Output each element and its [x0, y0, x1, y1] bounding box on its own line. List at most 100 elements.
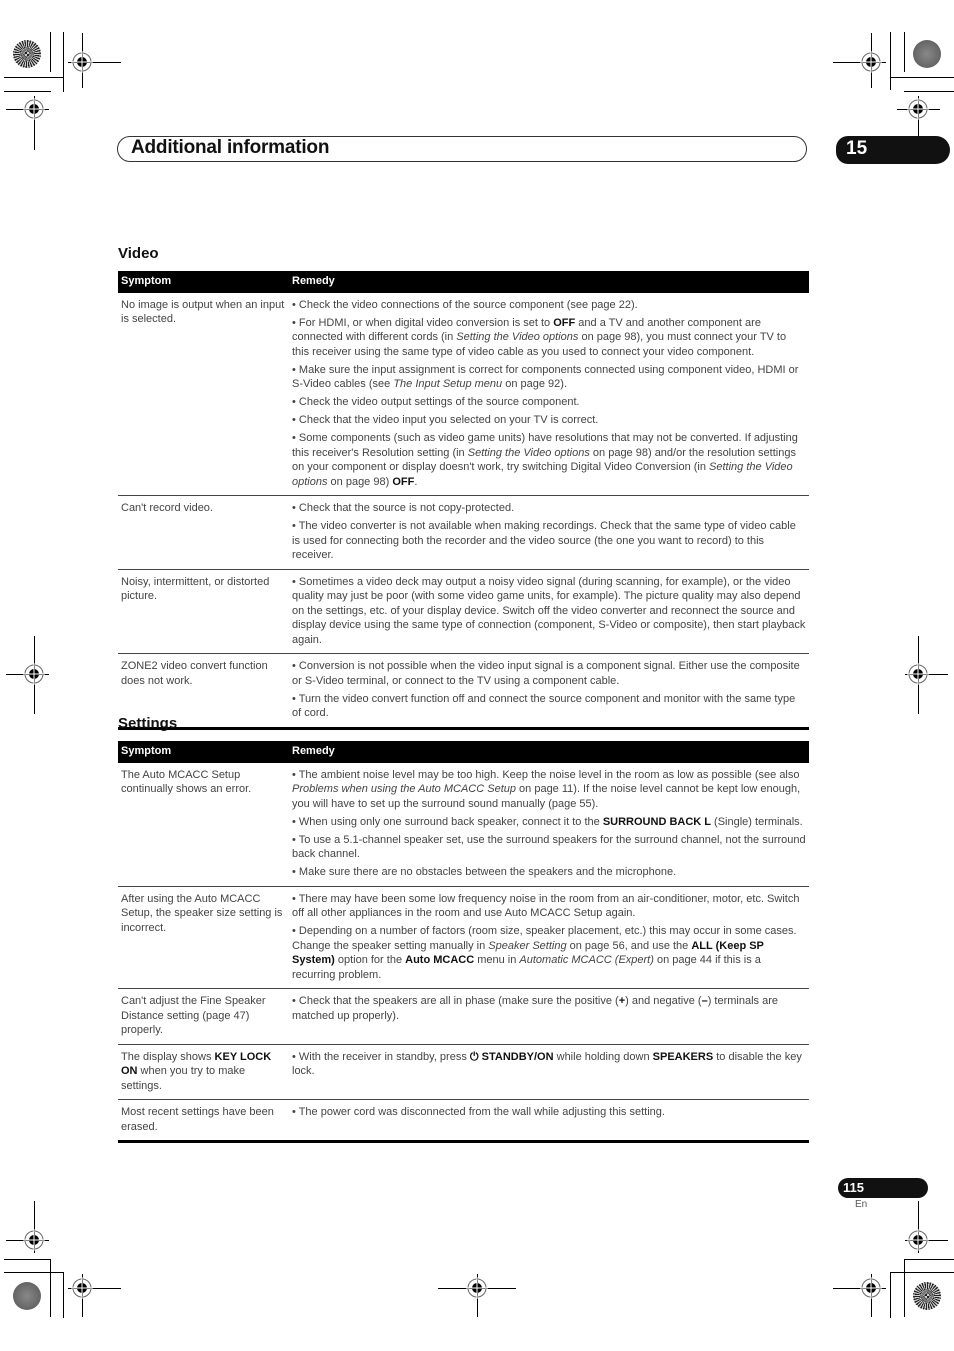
- text-run: while holding down: [553, 1050, 653, 1063]
- text-run: (Single) terminals.: [711, 815, 803, 828]
- remedy-cell: • Sometimes a video deck may output a no…: [289, 569, 809, 654]
- symptom-cell: Can't adjust the Fine Speaker Distance s…: [118, 988, 289, 1045]
- text-run: • Check the video output settings of the…: [292, 396, 580, 408]
- bold-text: OFF: [553, 316, 576, 329]
- registration-mark-icon: [907, 1229, 929, 1251]
- table-header-row: Symptom Remedy: [118, 741, 809, 763]
- text-run: • The power cord was disconnected from t…: [292, 1106, 665, 1118]
- text-run: • Make sure there are no obstacles betwe…: [292, 866, 677, 878]
- table-row: The display shows KEY LOCK ON when you t…: [118, 1044, 809, 1100]
- remedy-item: • Check the video connections of the sou…: [292, 298, 806, 313]
- italic-reference: Setting the Video options: [467, 446, 590, 459]
- chapter-title: Additional information: [131, 137, 330, 158]
- registration-mark-icon: [23, 663, 45, 685]
- text-run: • When using only one surround back spea…: [292, 815, 603, 828]
- color-target-icon: [913, 1282, 941, 1310]
- remedy-item: • Conversion is not possible when the vi…: [292, 659, 806, 688]
- symptom-cell: Most recent settings have been erased.: [118, 1099, 289, 1143]
- color-target-icon: [13, 1282, 41, 1310]
- text-run: menu in: [474, 954, 520, 966]
- column-header-remedy: Remedy: [289, 741, 809, 763]
- italic-reference: Speaker Setting: [488, 939, 567, 952]
- settings-troubleshooting-table: Symptom Remedy The Auto MCACC Setup cont…: [118, 741, 809, 1143]
- italic-reference: The Input Setup menu: [393, 378, 503, 390]
- italic-reference: Problems when using the Auto MCACC Setup: [292, 783, 516, 795]
- text-run: • Conversion is not possible when the vi…: [292, 660, 800, 687]
- remedy-cell: • Conversion is not possible when the vi…: [289, 653, 809, 730]
- symptom-cell: After using the Auto MCACC Setup, the sp…: [118, 886, 289, 989]
- text-run: on page 92).: [502, 378, 568, 390]
- text-run: when you try to make settings.: [121, 1065, 246, 1092]
- video-troubleshooting-table: Symptom Remedy No image is output when a…: [118, 271, 809, 730]
- color-target-icon: [13, 40, 41, 68]
- table-row: Can't adjust the Fine Speaker Distance s…: [118, 988, 809, 1045]
- remedy-item: • The power cord was disconnected from t…: [292, 1105, 806, 1120]
- remedy-item: • Check that the source is not copy-prot…: [292, 501, 806, 516]
- italic-reference: Setting the Video options: [456, 331, 579, 343]
- remedy-item: • For HDMI, or when digital video conver…: [292, 316, 806, 360]
- remedy-cell: • Check that the speakers are all in pha…: [289, 988, 809, 1045]
- text-run: • Check that the video input you selecte…: [292, 414, 599, 426]
- text-run: • Sometimes a video deck may output a no…: [292, 575, 806, 646]
- table-row: No image is output when an input is sele…: [118, 292, 809, 496]
- text-run: ) and negative (: [625, 995, 702, 1007]
- text-run: • The video converter is not available w…: [292, 520, 796, 561]
- table-row: The Auto MCACC Setup continually shows a…: [118, 762, 809, 887]
- text-run: • For HDMI, or when digital video conver…: [292, 316, 554, 329]
- remedy-cell: • The ambient noise level may be too hig…: [289, 762, 809, 887]
- symptom-cell: No image is output when an input is sele…: [118, 292, 289, 496]
- bold-text: ⏻ STANDBY/ON: [469, 1050, 554, 1063]
- text-run: • Turn the video convert function off an…: [292, 692, 796, 720]
- text-run: option for the: [334, 954, 406, 966]
- symptom-cell: The Auto MCACC Setup continually shows a…: [118, 762, 289, 887]
- bold-text: SPEAKERS: [652, 1050, 714, 1063]
- remedy-item: • When using only one surround back spea…: [292, 815, 806, 830]
- registration-mark-icon: [466, 1277, 488, 1299]
- language-label: En: [855, 1199, 868, 1210]
- remedy-item: • With the receiver in standby, press ⏻ …: [292, 1050, 806, 1079]
- symptom-cell: Noisy, intermittent, or distorted pictur…: [118, 569, 289, 654]
- chapter-number: 15: [846, 138, 868, 159]
- text-run: • With the receiver in standby, press: [292, 1050, 470, 1063]
- registration-mark-icon: [860, 1277, 882, 1299]
- remedy-item: • There may have been some low frequency…: [292, 892, 806, 921]
- section-title-settings: Settings: [118, 715, 178, 732]
- section-title-video: Video: [118, 245, 159, 262]
- column-header-symptom: Symptom: [118, 741, 289, 763]
- page-number: 115: [843, 1180, 864, 1195]
- registration-mark-icon: [23, 98, 45, 120]
- table-header-row: Symptom Remedy: [118, 271, 809, 293]
- symptom-cell: The display shows KEY LOCK ON when you t…: [118, 1044, 289, 1100]
- text-run: .: [414, 475, 418, 488]
- table-row: Can't record video. • Check that the sour…: [118, 495, 809, 570]
- remedy-item: • Check that the speakers are all in pha…: [292, 994, 806, 1023]
- bold-text: OFF: [392, 475, 415, 488]
- registration-mark-icon: [907, 663, 929, 685]
- text-run: • Check that the source is not copy-prot…: [292, 502, 515, 514]
- text-run: • Check the video connections of the sou…: [292, 298, 638, 311]
- remedy-cell: • With the receiver in standby, press ⏻ …: [289, 1044, 809, 1100]
- remedy-item: • Some components (such as video game un…: [292, 431, 806, 489]
- remedy-item: • The video converter is not available w…: [292, 519, 806, 563]
- remedy-item: • Turn the video convert function off an…: [292, 692, 806, 721]
- remedy-cell: • Check the video connections of the sou…: [289, 292, 809, 496]
- remedy-item: • To use a 5.1-channel speaker set, use …: [292, 833, 806, 862]
- text-run: The display shows: [121, 1050, 215, 1063]
- table-row: Most recent settings have been erased. • …: [118, 1099, 809, 1143]
- remedy-item: • Depending on a number of factors (room…: [292, 924, 806, 982]
- remedy-item: • Check that the video input you selecte…: [292, 413, 806, 428]
- bold-text: SURROUND BACK L: [602, 815, 711, 828]
- remedy-item: • Make sure there are no obstacles betwe…: [292, 865, 806, 880]
- text-run: • Check that the speakers are all in pha…: [292, 995, 619, 1007]
- registration-mark-icon: [860, 51, 882, 73]
- remedy-item: • Sometimes a video deck may output a no…: [292, 575, 806, 648]
- text-run: • The ambient noise level may be too hig…: [292, 768, 800, 781]
- remedy-cell: • The power cord was disconnected from t…: [289, 1099, 809, 1143]
- text-run: • There may have been some low frequency…: [292, 892, 800, 920]
- text-run: on page 98): [327, 475, 393, 488]
- text-run: • To use a 5.1-channel speaker set, use …: [292, 833, 806, 861]
- text-run: on page 56, and use the: [566, 939, 692, 952]
- symptom-cell: Can't record video.: [118, 495, 289, 570]
- column-header-remedy: Remedy: [289, 271, 809, 293]
- column-header-symptom: Symptom: [118, 271, 289, 293]
